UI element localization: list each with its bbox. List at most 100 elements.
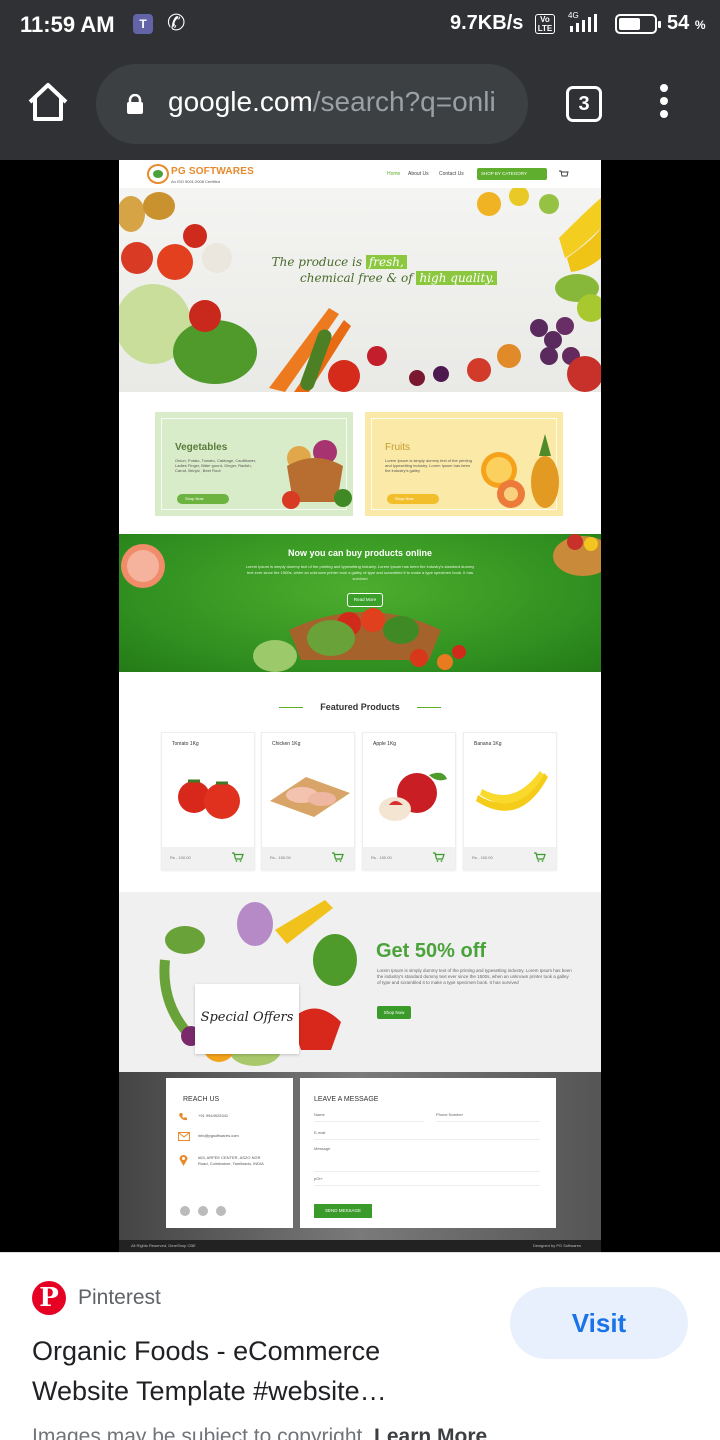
reach-us-title: REACH US [183,1096,220,1103]
add-to-cart-icon [332,852,344,862]
category-title: Fruits [385,442,410,453]
site-featured-products: Featured Products Tomato 1Kg Rs - 100.00… [119,672,601,892]
result-title[interactable]: Organic Foods - eCommerce Website Templa… [32,1331,452,1411]
promo-description: Lorem Ipsum is simply dummy text of the … [245,564,475,581]
site-logo-icon [147,164,169,184]
leave-message-title: LEAVE A MESSAGE [314,1096,379,1103]
volte-icon: Vo LTE [535,14,555,34]
category-title: Vegetables [175,442,228,453]
address-bar[interactable]: google.com/search?q=onli [96,64,528,144]
site-cart-icon [559,170,569,177]
network-speed: 9.7KB/s [450,12,524,34]
teams-notification-icon: T [133,14,153,34]
banana-image [476,771,548,811]
category-shop-button: Shop Now [177,494,229,504]
reach-us-card: REACH US +91 9944925341 info@pgsoftwares… [166,1078,293,1228]
promo-title: Now you can buy products online [287,548,432,558]
add-to-cart-icon [433,852,445,862]
product-card-tomato: Tomato 1Kg Rs - 100.00 [161,732,255,870]
site-hero-banner: The produce is fresh, chemical free & of… [119,188,601,392]
product-card-banana: Banana 1Kg Rs - 150.00 [463,732,557,870]
product-name: Tomato 1Kg [172,741,199,747]
site-footer: All Rights Reserved, DearShop CBE Design… [119,1240,601,1252]
footer-copyright: All Rights Reserved, DearShop CBE [131,1243,196,1248]
product-card-apple: Apple 1Kg Rs - 150.00 [362,732,456,870]
category-card-vegetables: Vegetables Onion, Potato, Tomato, Cabbag… [155,412,353,516]
product-price: Rs - 150.00 [270,855,291,860]
hero-line2-prefix: chemical free & of [300,271,413,285]
tab-switcher-button[interactable]: 3 [566,86,602,122]
learn-more-link[interactable]: Learn More [374,1425,487,1440]
pinterest-icon: P [32,1281,66,1315]
apple-image [379,772,447,821]
website-template-screenshot: PG SOFTWARES An ISO 9001:2008 Certified … [119,160,601,1252]
source-name[interactable]: Pinterest [78,1286,161,1310]
phone-call-icon: ✆ [167,10,186,35]
site-promo-banner: Now you can buy products online Lorem Ip… [119,534,601,672]
hero-line1-highlight: fresh, [365,255,407,269]
network-type-label: 4G [568,11,579,20]
promo-read-more-button: Read More [347,593,383,607]
site-shop-by-category: SHOP BY CATEGORY [477,168,547,180]
footer-credit: Designed by PG Softwares [532,1243,581,1248]
hero-line2-highlight: high quality. [416,271,498,285]
reach-email: info@pgsoftwares.com [198,1133,239,1138]
product-name: Apple 1Kg [373,741,397,747]
battery-icon [615,14,661,34]
category-description: Onion, Potato, Tomato, Cabbage, Cauliflo… [175,458,257,473]
twitter-icon [198,1206,208,1216]
hero-line1-prefix: The produce is [271,255,362,269]
signal-strength-icon: 4G [568,11,597,32]
browser-toolbar: google.com/search?q=onli 3 [0,50,720,160]
location-icon [179,1155,188,1166]
featured-title: Featured Products [320,702,400,712]
email-field: E-mail [314,1130,540,1140]
visit-button[interactable]: Visit [510,1287,688,1359]
offer-shop-button: Shop Now [377,1006,411,1019]
email-icon [178,1132,190,1141]
phone-field: Phone Number [436,1112,540,1122]
status-time: 11:59 AM [20,12,115,37]
add-to-cart-icon [232,852,244,862]
phone-icon [179,1113,187,1121]
more-menu-button[interactable] [650,84,678,124]
offer-description: Lorem Ipsum is simply dummy text of the … [377,968,572,985]
chicken-image [270,777,350,817]
name-field: Name [314,1112,424,1122]
image-result-card: P Pinterest Visit Organic Foods - eComme… [0,1252,720,1440]
captcha-field: pGt+ [314,1176,540,1186]
special-offers-card: Special Offers [195,984,299,1054]
hero-produce-illustration [119,188,601,392]
site-header: PG SOFTWARES An ISO 9001:2008 Certified … [119,160,601,188]
battery-percent: 54 % [667,12,706,34]
instagram-icon [216,1206,226,1216]
hero-tagline: The produce is fresh, chemical free & of… [264,254,498,286]
site-nav-contact: Contact Us [439,171,464,177]
special-offers-label: Special Offers [200,1010,294,1025]
product-price: Rs - 150.00 [371,855,392,860]
url-text: google.com/search?q=onli [168,86,496,117]
product-name: Banana 1Kg [474,741,502,747]
product-card-chicken: Chicken 1Kg Rs - 150.00 [261,732,355,870]
home-button[interactable] [26,80,70,124]
image-preview[interactable]: PG SOFTWARES An ISO 9001:2008 Certified … [0,160,720,1252]
featured-divider-right [417,707,441,708]
site-logo-subtitle: An ISO 9001:2008 Certified [171,179,220,184]
site-logo-text: PG SOFTWARES [171,166,254,177]
vegetable-basket-illustration [282,440,352,509]
tomato-image [178,779,240,819]
facebook-icon [180,1206,190,1216]
site-contact-section: REACH US +91 9944925341 info@pgsoftwares… [119,1072,601,1240]
reach-address: #63, ARFEE CENTER, ASZO NGR Road, Coimba… [198,1155,264,1166]
copyright-notice: Images may be subject to copyright. Lear… [32,1425,487,1440]
leave-message-card: LEAVE A MESSAGE Name Phone Number E-mail… [300,1078,556,1228]
category-shop-button: Shop Now [387,494,439,504]
status-bar: 11:59 AM T ✆ 9.7KB/s Vo LTE 4G 54 % [0,0,720,50]
add-to-cart-icon [534,852,546,862]
product-price: Rs - 150.00 [472,855,493,860]
site-special-offers: Special Offers Get 50% off Lorem Ipsum i… [119,892,601,1072]
lock-icon [127,94,143,114]
site-nav-about: About Us [408,171,429,177]
site-categories: Vegetables Onion, Potato, Tomato, Cabbag… [119,392,601,534]
product-price: Rs - 100.00 [170,855,191,860]
